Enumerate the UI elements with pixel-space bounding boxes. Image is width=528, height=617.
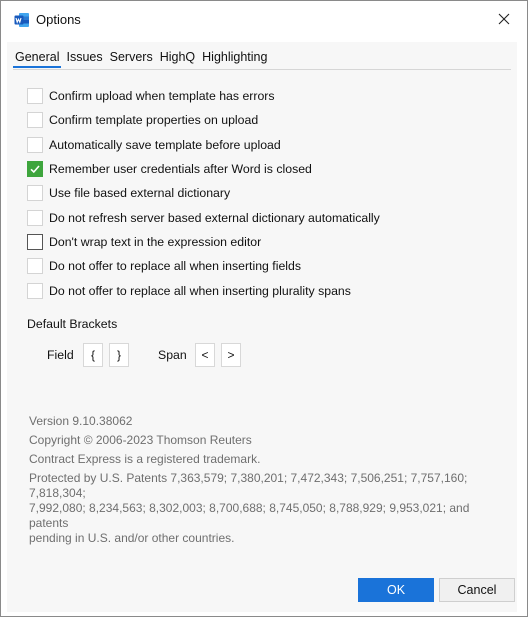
option-label: Confirm template properties on upload bbox=[49, 113, 259, 128]
span-open-bracket-button[interactable]: < bbox=[195, 343, 215, 367]
tab-general[interactable]: General bbox=[13, 46, 62, 68]
close-button[interactable] bbox=[487, 4, 521, 34]
checkbox[interactable] bbox=[27, 258, 43, 275]
span-label: Span bbox=[158, 348, 187, 362]
checkbox-checked[interactable] bbox=[27, 161, 43, 178]
checkbox[interactable] bbox=[27, 282, 43, 299]
tab-highlighting[interactable]: Highlighting bbox=[200, 46, 269, 68]
cancel-button[interactable]: Cancel bbox=[439, 578, 515, 602]
option-dont-wrap-text[interactable]: Don't wrap text in the expression editor bbox=[27, 230, 380, 254]
about-info: Version 9.10.38062 Copyright © 2006-2023… bbox=[29, 414, 499, 546]
option-no-replace-fields[interactable]: Do not offer to replace all when inserti… bbox=[27, 254, 380, 278]
window-title: Options bbox=[36, 12, 81, 27]
trademark-text: Contract Express is a registered tradema… bbox=[29, 452, 261, 466]
option-label: Do not offer to replace all when inserti… bbox=[49, 283, 351, 298]
checkbox[interactable] bbox=[27, 233, 43, 250]
general-options: Confirm upload when template has errors … bbox=[27, 84, 380, 303]
tab-highq[interactable]: HighQ bbox=[158, 46, 197, 68]
tab-servers[interactable]: Servers bbox=[108, 46, 155, 68]
option-confirm-upload-errors[interactable]: Confirm upload when template has errors bbox=[27, 84, 380, 108]
option-remember-credentials[interactable]: Remember user credentials after Word is … bbox=[27, 157, 380, 181]
option-label: Confirm upload when template has errors bbox=[49, 89, 275, 104]
checkbox[interactable] bbox=[27, 112, 43, 129]
copyright-text: Copyright © 2006-2023 Thomson Reuters bbox=[29, 433, 252, 447]
patents-text-line1: Protected by U.S. Patents 7,363,579; 7,3… bbox=[29, 471, 468, 500]
checkmark-icon bbox=[30, 165, 40, 174]
patents-text-line3: pending in U.S. and/or other countries. bbox=[29, 531, 235, 545]
word-icon bbox=[14, 13, 29, 27]
checkbox[interactable] bbox=[27, 209, 43, 226]
tab-issues[interactable]: Issues bbox=[64, 46, 104, 68]
option-label: Use file based external dictionary bbox=[49, 186, 231, 201]
field-open-bracket-button[interactable]: { bbox=[83, 343, 103, 367]
checkbox[interactable] bbox=[27, 88, 43, 105]
ok-button[interactable]: OK bbox=[358, 578, 434, 602]
option-label: Don't wrap text in the expression editor bbox=[49, 234, 262, 249]
checkbox[interactable] bbox=[27, 185, 43, 202]
option-label: Remember user credentials after Word is … bbox=[49, 162, 312, 177]
title-bar: Options bbox=[1, 1, 527, 38]
option-label: Do not offer to replace all when inserti… bbox=[49, 259, 302, 274]
option-file-based-dictionary[interactable]: Use file based external dictionary bbox=[27, 181, 380, 205]
option-auto-save-template[interactable]: Automatically save template before uploa… bbox=[27, 133, 380, 157]
option-no-replace-plurality-spans[interactable]: Do not offer to replace all when inserti… bbox=[27, 278, 380, 302]
field-label: Field bbox=[47, 348, 74, 362]
tab-divider bbox=[13, 69, 511, 70]
dialog-content: General Issues Servers HighQ Highlightin… bbox=[7, 42, 517, 612]
span-close-bracket-button[interactable]: > bbox=[221, 343, 241, 367]
patents-text-line2: 7,992,080; 8,234,563; 8,302,003; 8,700,6… bbox=[29, 501, 470, 530]
field-close-bracket-button[interactable]: } bbox=[109, 343, 129, 367]
option-label: Automatically save template before uploa… bbox=[49, 137, 281, 152]
option-confirm-template-properties[interactable]: Confirm template properties on upload bbox=[27, 108, 380, 132]
tab-strip: General Issues Servers HighQ Highlightin… bbox=[13, 46, 272, 68]
default-brackets-label: Default Brackets bbox=[27, 317, 118, 331]
close-icon bbox=[498, 13, 510, 25]
option-label: Do not refresh server based external dic… bbox=[49, 210, 380, 225]
checkbox[interactable] bbox=[27, 136, 43, 153]
version-text: Version 9.10.38062 bbox=[29, 414, 133, 428]
option-no-refresh-dictionary[interactable]: Do not refresh server based external dic… bbox=[27, 205, 380, 229]
options-dialog: Options General Issues Servers HighQ Hig… bbox=[0, 0, 528, 617]
